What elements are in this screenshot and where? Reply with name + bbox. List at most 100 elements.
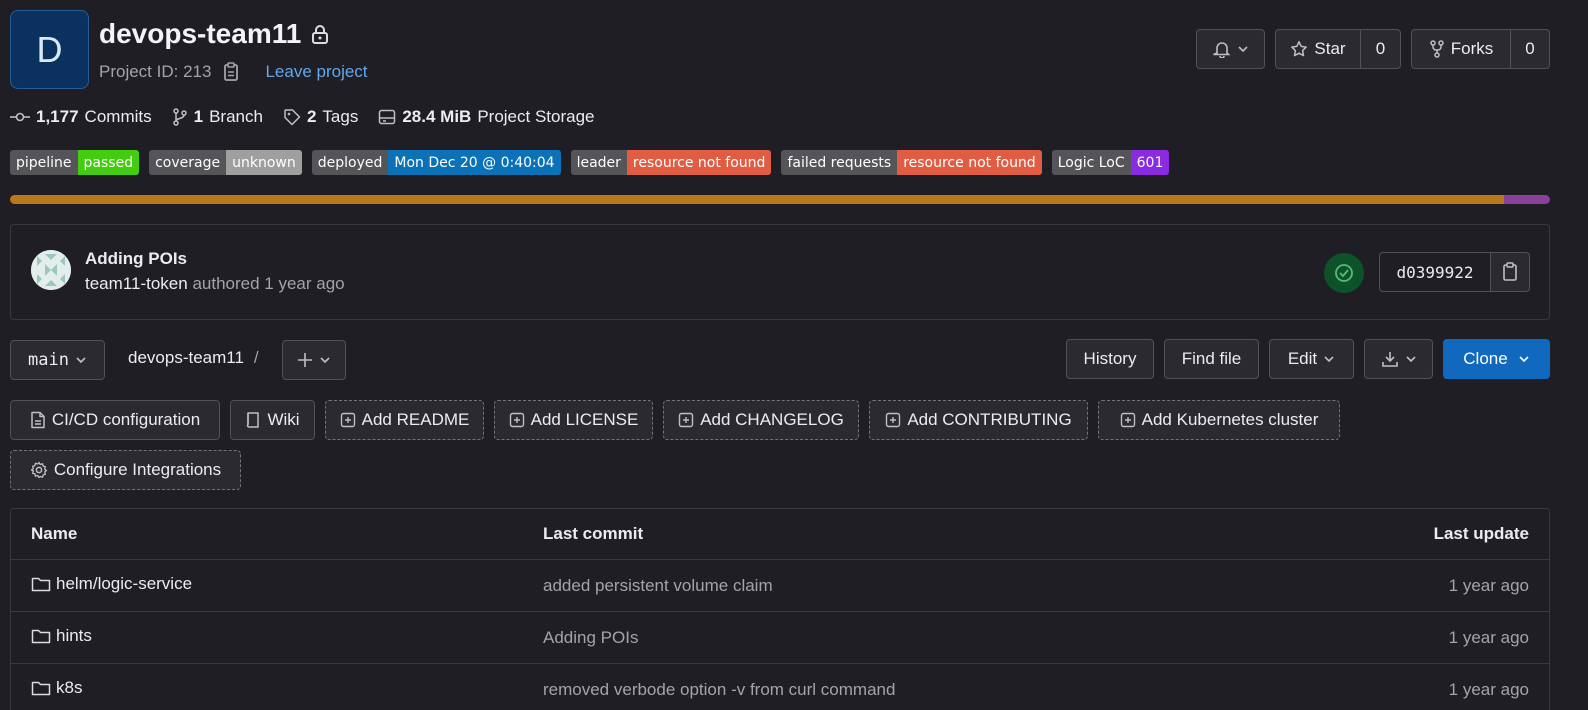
star-group: Star 0 [1275,29,1401,69]
badge-value: unknown [226,150,302,175]
table-row[interactable]: helm/logic-service added persistent volu… [11,560,1549,612]
forks-button[interactable]: Forks [1411,29,1511,69]
commit-message[interactable]: removed verbode option -v from curl comm… [523,664,1286,710]
copy-icon[interactable] [223,62,239,82]
fork-icon [1429,40,1445,58]
chevron-down-icon [75,354,87,366]
last-commit-panel: Adding POIs team11-token authored 1 year… [10,224,1550,320]
forks-count[interactable]: 0 [1511,29,1550,69]
author-avatar[interactable] [31,250,71,290]
file-tree-table: Name Last commit Last update helm/logic-… [10,508,1550,710]
column-header-name: Name [11,509,523,560]
storage-label: Project Storage [477,107,595,126]
add-to-tree-button[interactable] [282,340,346,380]
table-header-row: Name Last commit Last update [11,509,1549,560]
star-icon [1290,40,1308,58]
folder-link[interactable]: k8s [31,678,82,698]
tags-count: 2 [306,107,317,126]
history-label: History [1083,349,1137,368]
shortcut-label: Wiki [267,410,300,429]
copy-sha-button[interactable] [1491,252,1530,292]
commit-authored-label: authored [192,274,260,293]
star-count-value: 0 [1375,39,1386,58]
branch-name: main [28,350,69,370]
shortcut-label: CI/CD configuration [51,410,201,429]
notification-button[interactable] [1196,29,1265,69]
shortcut-label: Add LICENSE [530,410,639,429]
repository-language-bar[interactable] [10,195,1550,204]
plus-square-icon [340,412,356,428]
chevron-down-icon [1323,353,1335,365]
project-id: Project ID: 213 [99,62,212,81]
find-file-button[interactable]: Find file [1164,339,1259,379]
commit-message[interactable]: added persistent volume claim [523,560,1286,612]
star-button[interactable]: Star [1275,29,1361,69]
storage-icon [378,109,396,125]
clone-button[interactable]: Clone [1443,339,1550,379]
storage-stat[interactable]: 28.4 MiB Project Storage [378,107,595,127]
folder-link[interactable]: hints [31,626,92,646]
badge-logic-loc[interactable]: Logic LoC 601 [1051,150,1170,175]
table-row[interactable]: k8s removed verbode option -v from curl … [11,664,1549,710]
wiki-button[interactable]: Wiki [230,400,315,440]
add-kubernetes-cluster-button[interactable]: Add Kubernetes cluster [1098,400,1340,440]
commits-label: Commits [84,107,152,126]
breadcrumb-repo[interactable]: devops-team11 [128,348,244,368]
add-contributing-button[interactable]: Add CONTRIBUTING [869,400,1088,440]
add-readme-button[interactable]: Add README [325,400,484,440]
shortcut-label: Add Kubernetes cluster [1141,410,1319,429]
plus-icon [297,352,313,368]
branch-stat[interactable]: 1 Branch [172,107,263,127]
badge-label: leader [570,150,627,175]
commit-sha: d0399922 [1396,262,1474,282]
shortcut-label: Add CONTRIBUTING [907,410,1072,429]
commit-message[interactable]: Adding POIs [523,612,1286,664]
commit-title[interactable]: Adding POIs [85,249,187,269]
folder-link[interactable]: helm/logic-service [31,574,192,594]
branch-label: Branch [209,107,263,126]
copy-icon [1502,262,1518,282]
branch-selector[interactable]: main [10,340,105,380]
tag-icon [283,108,301,126]
commits-stat[interactable]: 1,177 Commits [10,107,152,127]
language-segment-primary [10,195,1504,204]
badge-value: resource not found [897,150,1042,175]
ci-cd-configuration-button[interactable]: CI/CD configuration [10,400,220,440]
column-header-last-update: Last update [1285,509,1549,560]
download-button[interactable] [1364,339,1433,379]
star-label: Star [1314,39,1346,58]
commit-author[interactable]: team11-token [85,274,188,293]
tags-stat[interactable]: 2 Tags [283,107,358,127]
chevron-down-icon [1237,43,1249,55]
commit-sha-button[interactable]: d0399922 [1379,252,1491,292]
badge-deployed[interactable]: deployed Mon Dec 20 @ 0:40:04 [311,150,561,175]
add-changelog-button[interactable]: Add CHANGELOG [663,400,859,440]
history-button[interactable]: History [1066,339,1154,379]
badge-failed-requests[interactable]: failed requests resource not found [781,150,1042,175]
breadcrumb-separator: / [253,348,259,367]
branch-icon [172,108,188,126]
badge-leader[interactable]: leader resource not found [570,150,772,175]
folder-name: k8s [56,678,83,697]
add-license-button[interactable]: Add LICENSE [494,400,653,440]
shortcut-label: Add CHANGELOG [700,410,844,429]
gear-icon [30,461,48,479]
table-row[interactable]: hints Adding POIs 1 year ago [11,612,1549,664]
leave-project-link[interactable]: Leave project [265,62,367,82]
last-update: 1 year ago [1286,664,1549,710]
breadcrumb: devops-team11 / [128,348,259,368]
badge-pipeline[interactable]: pipeline passed [10,150,140,175]
pipeline-status-button[interactable] [1324,253,1364,293]
badge-value: 601 [1130,150,1170,175]
project-title: devops-team11 [99,18,329,50]
book-icon [245,411,261,429]
badge-coverage[interactable]: coverage unknown [149,150,302,175]
star-count[interactable]: 0 [1361,29,1401,69]
file-name-cell: hints [11,612,523,664]
commits-count: 1,177 [36,107,79,126]
tags-label: Tags [322,107,359,126]
commit-time: 1 year ago [264,274,345,293]
project-avatar[interactable]: D [10,10,89,89]
configure-integrations-button[interactable]: Configure Integrations [10,450,241,490]
edit-button[interactable]: Edit [1269,339,1354,379]
